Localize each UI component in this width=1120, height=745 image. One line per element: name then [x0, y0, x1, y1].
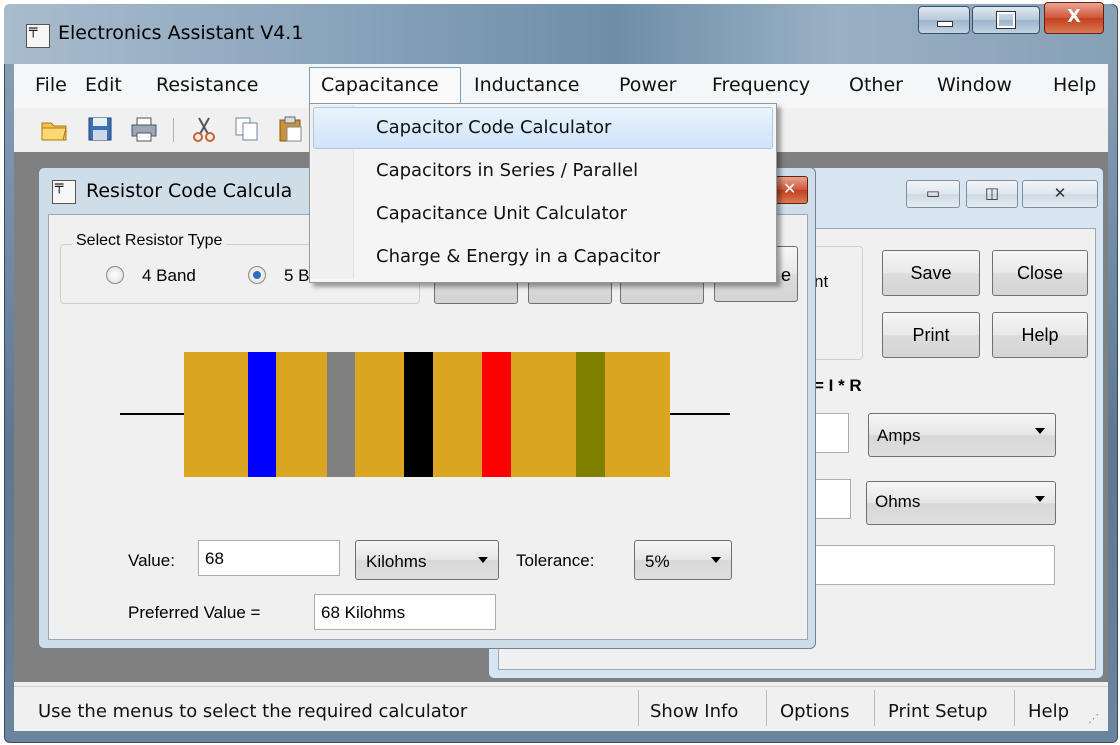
copy-icon[interactable]: [233, 115, 261, 143]
resistor-window-icon: [52, 178, 76, 204]
close-icon: ✕: [1053, 184, 1067, 202]
radio-4-band-label: 4 Band: [142, 266, 196, 285]
menu-resistance[interactable]: Resistance: [156, 74, 258, 96]
maximize-icon: [996, 11, 1016, 29]
radio-5-band[interactable]: [248, 266, 266, 284]
resistor-band-4: [482, 352, 511, 477]
minimize-button[interactable]: [918, 6, 970, 34]
close-icon: ✕: [783, 179, 797, 198]
menu-edit[interactable]: Edit: [85, 74, 122, 96]
close-icon: X: [1067, 6, 1081, 27]
print-icon[interactable]: [130, 115, 158, 143]
menu-frequency[interactable]: Frequency: [712, 74, 810, 96]
back-partial-label: nt: [814, 272, 829, 291]
menu-item-capacitors-series-parallel[interactable]: Capacitors in Series / Parallel: [376, 160, 638, 181]
resistor-band-2: [327, 352, 355, 477]
tolerance-selected: 5%: [645, 552, 670, 571]
status-separator: [766, 690, 767, 726]
status-help-button[interactable]: Help: [1028, 701, 1069, 722]
close-button[interactable]: X: [1044, 2, 1104, 34]
chevron-down-icon: [478, 557, 488, 563]
menu-item-capacitor-code-calculator[interactable]: Capacitor Code Calculator: [376, 117, 611, 138]
menu-help[interactable]: Help: [1053, 74, 1096, 96]
preferred-value-label: Preferred Value =: [128, 603, 261, 622]
chevron-down-icon: [1035, 496, 1045, 502]
resize-grip-icon[interactable]: ⋰: [1088, 712, 1099, 725]
tolerance-label: Tolerance:: [516, 551, 595, 570]
menu-other[interactable]: Other: [849, 74, 903, 96]
help-button[interactable]: Help: [992, 312, 1088, 358]
current-unit-value: Amps: [877, 426, 921, 445]
print-button[interactable]: Print: [882, 312, 980, 358]
resistance-unit-value: Ohms: [875, 492, 921, 511]
ohms-law-formula: = I * R: [814, 376, 862, 395]
resistor-band-1: [248, 352, 276, 477]
value-unit-dropdown[interactable]: Kilohms: [355, 540, 499, 580]
menu-item-capacitance-unit-calculator[interactable]: Capacitance Unit Calculator: [376, 203, 627, 224]
window-title: Electronics Assistant V4.1: [58, 22, 304, 44]
menu-file[interactable]: File: [35, 74, 67, 96]
save-button[interactable]: Save: [882, 250, 980, 296]
resistor-band-5: [576, 352, 605, 477]
value-label: Value:: [128, 551, 175, 570]
menu-power[interactable]: Power: [619, 74, 676, 96]
close-calc-button[interactable]: Close: [992, 250, 1088, 296]
radio-5-band-label: 5 B: [284, 266, 310, 285]
app-icon: [26, 22, 50, 48]
tolerance-dropdown[interactable]: 5%: [634, 540, 732, 580]
value-input[interactable]: 68: [198, 540, 340, 576]
radio-4-band[interactable]: [106, 266, 124, 284]
status-message: Use the menus to select the required cal…: [38, 701, 468, 722]
resistor-window-title: Resistor Code Calcula: [86, 180, 293, 202]
open-folder-icon[interactable]: [40, 115, 68, 143]
menu-capacitance[interactable]: Capacitance: [321, 74, 439, 96]
status-separator: [874, 690, 875, 726]
print-setup-button[interactable]: Print Setup: [888, 701, 988, 722]
resistance-input[interactable]: [812, 479, 851, 519]
preferred-value-field: 68 Kilohms: [314, 594, 496, 630]
result-field[interactable]: [812, 545, 1055, 585]
chevron-down-icon: [711, 557, 721, 563]
resistor-type-label: Select Resistor Type: [72, 232, 227, 250]
menu-item-charge-energy[interactable]: Charge & Energy in a Capacitor: [376, 246, 660, 267]
paste-icon[interactable]: [277, 115, 305, 143]
status-separator: [638, 690, 639, 726]
maximize-icon: ◫: [984, 184, 1000, 202]
chevron-down-icon: [1035, 428, 1045, 434]
back-maximize-button[interactable]: ◫: [966, 180, 1018, 208]
resistor-band-3: [404, 352, 433, 477]
cut-icon[interactable]: [190, 115, 218, 143]
resistance-unit-dropdown[interactable]: Ohms: [866, 481, 1056, 525]
show-info-button[interactable]: Show Info: [650, 701, 738, 722]
toolbar-separator: [173, 118, 174, 142]
value-unit-selected: Kilohms: [366, 552, 427, 571]
options-button[interactable]: Options: [780, 701, 849, 722]
current-input[interactable]: [812, 413, 849, 453]
current-unit-dropdown[interactable]: Amps: [868, 413, 1056, 457]
back-close-button[interactable]: ✕: [1022, 180, 1098, 208]
maximize-button[interactable]: [972, 6, 1040, 34]
minimize-icon: [937, 21, 953, 27]
status-separator: [1014, 690, 1015, 726]
minimize-icon: ▭: [925, 184, 941, 202]
menu-inductance[interactable]: Inductance: [474, 74, 579, 96]
save-icon[interactable]: [86, 115, 114, 143]
resistor-window-close-button[interactable]: ✕: [772, 176, 808, 204]
menu-window[interactable]: Window: [937, 74, 1012, 96]
back-minimize-button[interactable]: ▭: [906, 180, 960, 208]
